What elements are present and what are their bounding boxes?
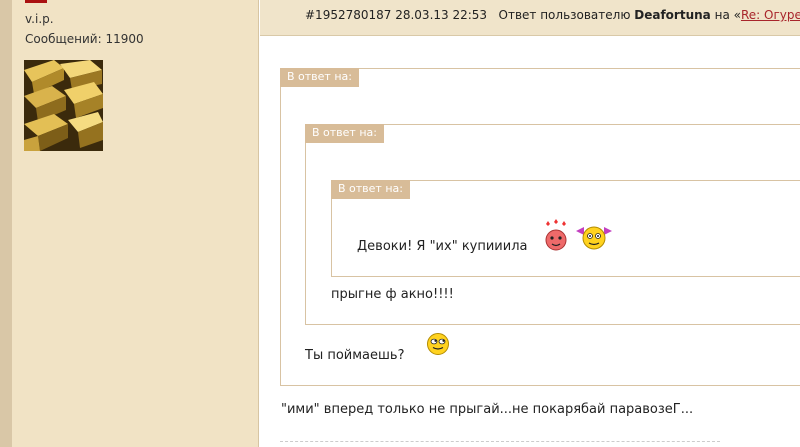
rank-flag-icon xyxy=(25,0,47,3)
blushing-smiley-icon xyxy=(545,219,567,251)
avatar[interactable] xyxy=(24,60,103,151)
reply-prefix: Ответ пользователю xyxy=(498,8,631,22)
middle-quote-text: прыгне ф акно!!!! xyxy=(331,287,454,302)
reply-user[interactable]: Deafortuna xyxy=(634,8,711,22)
quote-label: В ответ на: xyxy=(280,68,359,87)
quote-label: В ответ на: xyxy=(305,124,384,143)
post-count: Сообщений: 11900 xyxy=(25,32,144,46)
thread-link[interactable]: Re: Огуреееее xyxy=(741,8,800,22)
post-header: #1952780187 28.03.13 22:53 Ответ пользов… xyxy=(260,0,800,36)
user-role: v.i.p. xyxy=(25,12,54,26)
reply-text: "ими" вперед только не прыгай...не покар… xyxy=(281,402,694,417)
post-divider xyxy=(280,441,720,442)
user-sidebar: v.i.p. Сообщений: 11900 xyxy=(12,0,259,447)
inner-quote-text: Девоки! Я "их" купииила xyxy=(357,239,528,254)
rolling-eyes-smiley-icon xyxy=(427,333,449,355)
quote-label: В ответ на: xyxy=(331,180,410,199)
post-meta[interactable]: #1952780187 28.03.13 22:53 xyxy=(305,8,487,22)
bow-smiley-icon xyxy=(576,226,612,250)
gold-bars-avatar-icon xyxy=(24,60,103,151)
on-label: на « xyxy=(714,8,741,22)
left-edge xyxy=(0,0,12,447)
outer-quote-text: Ты поймаешь? xyxy=(305,348,405,363)
